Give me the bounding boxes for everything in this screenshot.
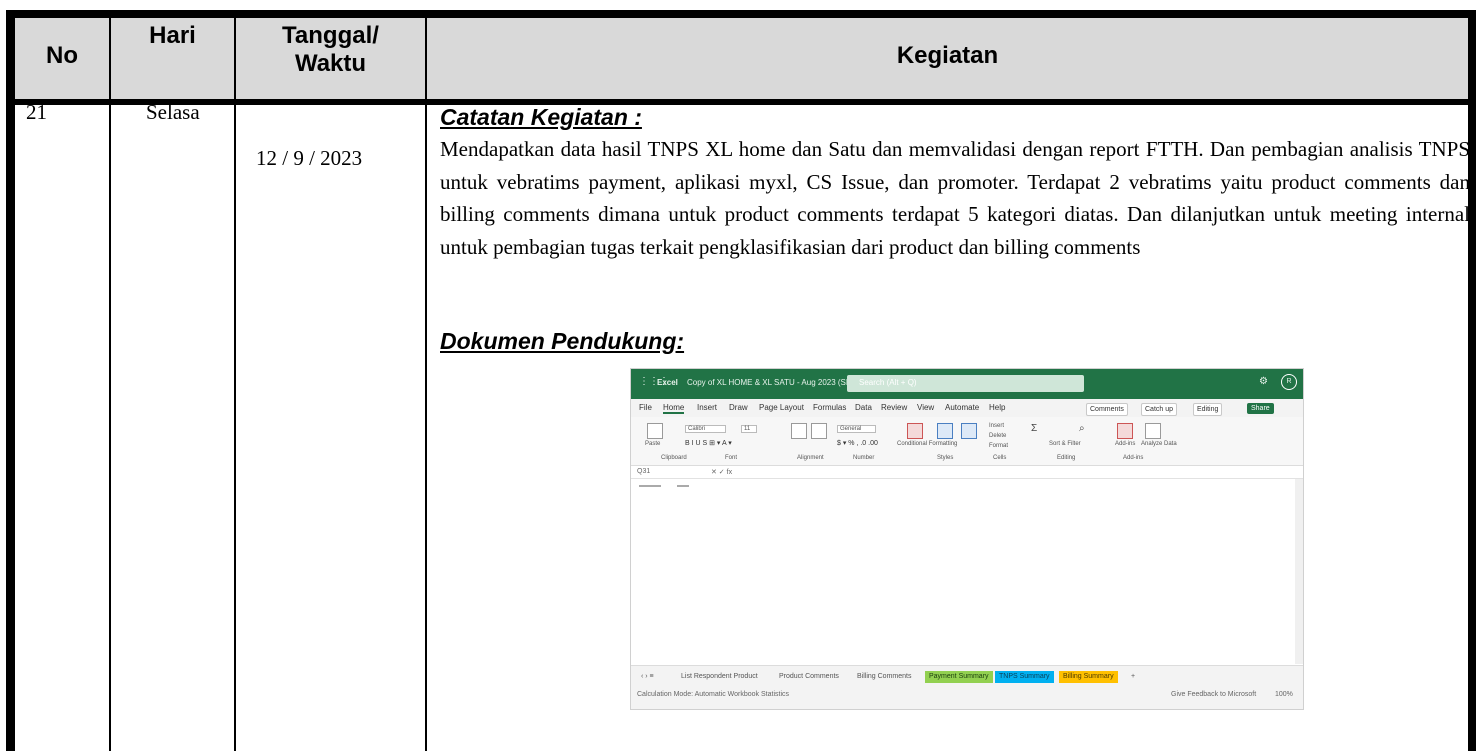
header-no: No [46,42,78,69]
group-editing: Editing [1057,455,1076,461]
cell-marker [639,485,661,487]
cell-styles-icon [961,423,977,439]
formula-fx-icon: ✕ ✓ fx [711,469,733,476]
font-format-icons: B I U S ⊞ ▾ A ▾ [685,440,732,447]
row-no: 21 [26,100,47,124]
analyze-data-icon [1145,423,1161,439]
excel-ribbon: Paste Calibri 11 B I U S ⊞ ▾ A ▾ General… [631,417,1303,466]
menu-automate: Automate [945,403,980,412]
menu-draw: Draw [729,403,748,412]
conditional-formatting-icon [907,423,923,439]
paste-label: Paste [645,441,661,447]
paste-icon [647,423,663,439]
status-left: Calculation Mode: Automatic Workbook Sta… [637,691,789,698]
insert-cells-label: Insert [989,423,1005,429]
catatan-title: Catatan Kegiatan : [440,104,642,130]
sheet-tab: Product Comments [779,673,839,680]
menu-insert: Insert [697,403,718,412]
group-number: Number [853,455,875,461]
find-icon: ⌕ [1079,423,1085,434]
menu-formulas: Formulas [813,403,847,412]
wrap-icon [811,423,827,439]
column-divider-no [109,18,111,751]
table-right-border [1468,10,1476,751]
group-styles: Styles [937,455,954,461]
menu-view: View [917,403,935,412]
worksheet-grid [631,479,1295,664]
font-size-box: 11 [741,425,758,433]
menu-page-layout: Page Layout [759,403,804,412]
sheet-tabs: ‹ › ≡ List Respondent Product Product Co… [631,665,1303,688]
addins-icon [1117,423,1133,439]
group-alignment: Alignment [797,455,824,461]
settings-icon: ⚙ [1259,376,1268,387]
menu-review: Review [881,403,908,412]
share-button: Share [1247,403,1274,414]
table-top-border [6,10,1476,18]
sheet-tab: List Respondent Product [681,673,758,680]
sheet-tab: Billing Summary [1059,671,1118,683]
group-cells: Cells [993,455,1007,461]
excel-app-name: Excel [657,378,678,387]
font-name-box: Calibri [685,425,727,433]
align-icon [791,423,807,439]
header-tanggal-line1: Tanggal/ [282,22,379,49]
analyze-data-label: Analyze Data [1141,441,1177,447]
group-font: Font [725,455,738,461]
zoom-level: 100% [1275,691,1293,698]
cell-marker [677,485,689,487]
excel-search-placeholder: Search (Alt + Q) [859,378,917,387]
excel-search-box: Search (Alt + Q) [847,375,1084,392]
number-format-icons: $ ▾ % , .0 .00 [837,440,878,447]
menu-home: Home [663,403,685,414]
excel-titlebar: ⋮⋮⋮ Excel Copy of XL HOME & XL SATU - Au… [631,369,1303,399]
header-separator [15,99,1468,105]
autosum-icon: Σ [1031,423,1038,434]
table-left-border [6,10,15,751]
group-clipboard: Clipboard [661,455,687,461]
header-hari: Hari [149,22,196,49]
sheet-nav-icons: ‹ › ≡ [641,673,654,680]
header-tanggal-line2: Waktu [294,50,367,77]
header-tanggal: Tanggal/ Waktu [236,22,425,78]
sheet-tab: Payment Summary [925,671,993,683]
comments-button: Comments [1086,403,1128,416]
sheet-tab: TNPS Summary [995,671,1054,683]
group-addins: Add-ins [1123,455,1144,461]
row-tanggal: 12 / 9 / 2023 [256,146,363,170]
avatar-icon: R [1281,374,1297,390]
dokumen-title: Dokumen Pendukung: [440,328,685,354]
format-table-icon [937,423,953,439]
catatan-text: Mendapatkan data hasil TNPS XL home dan … [440,137,1470,259]
status-bar: Calculation Mode: Automatic Workbook Sta… [631,687,1303,709]
editing-button: Editing [1193,403,1223,416]
column-divider-hari [234,18,236,751]
add-sheet-icon: + [1131,673,1136,680]
column-divider-tanggal [425,18,427,751]
menu-help: Help [989,403,1006,412]
catchup-button: Catch up [1141,403,1178,416]
sort-filter-label: Sort & Filter [1049,441,1081,447]
status-feedback: Give Feedback to Microsoft [1171,691,1257,698]
number-format-box: General [837,425,877,433]
formula-bar: Q31 ✕ ✓ fx [631,466,1303,479]
sheet-tab: Billing Comments [857,673,912,680]
format-cells-label: Format [989,443,1009,449]
addins-label: Add-ins [1115,441,1136,447]
menu-data: Data [855,403,872,412]
header-kegiatan: Kegiatan [896,42,999,69]
name-box: Q31 [637,468,651,475]
menu-file: File [639,403,652,412]
delete-cells-label: Delete [989,433,1007,439]
excel-screenshot: ⋮⋮⋮ Excel Copy of XL HOME & XL SATU - Au… [630,368,1304,710]
vertical-scrollbar [1295,479,1303,664]
conditional-formatting-label: Conditional Formatting [897,441,958,447]
row-hari: Selasa [146,100,200,124]
